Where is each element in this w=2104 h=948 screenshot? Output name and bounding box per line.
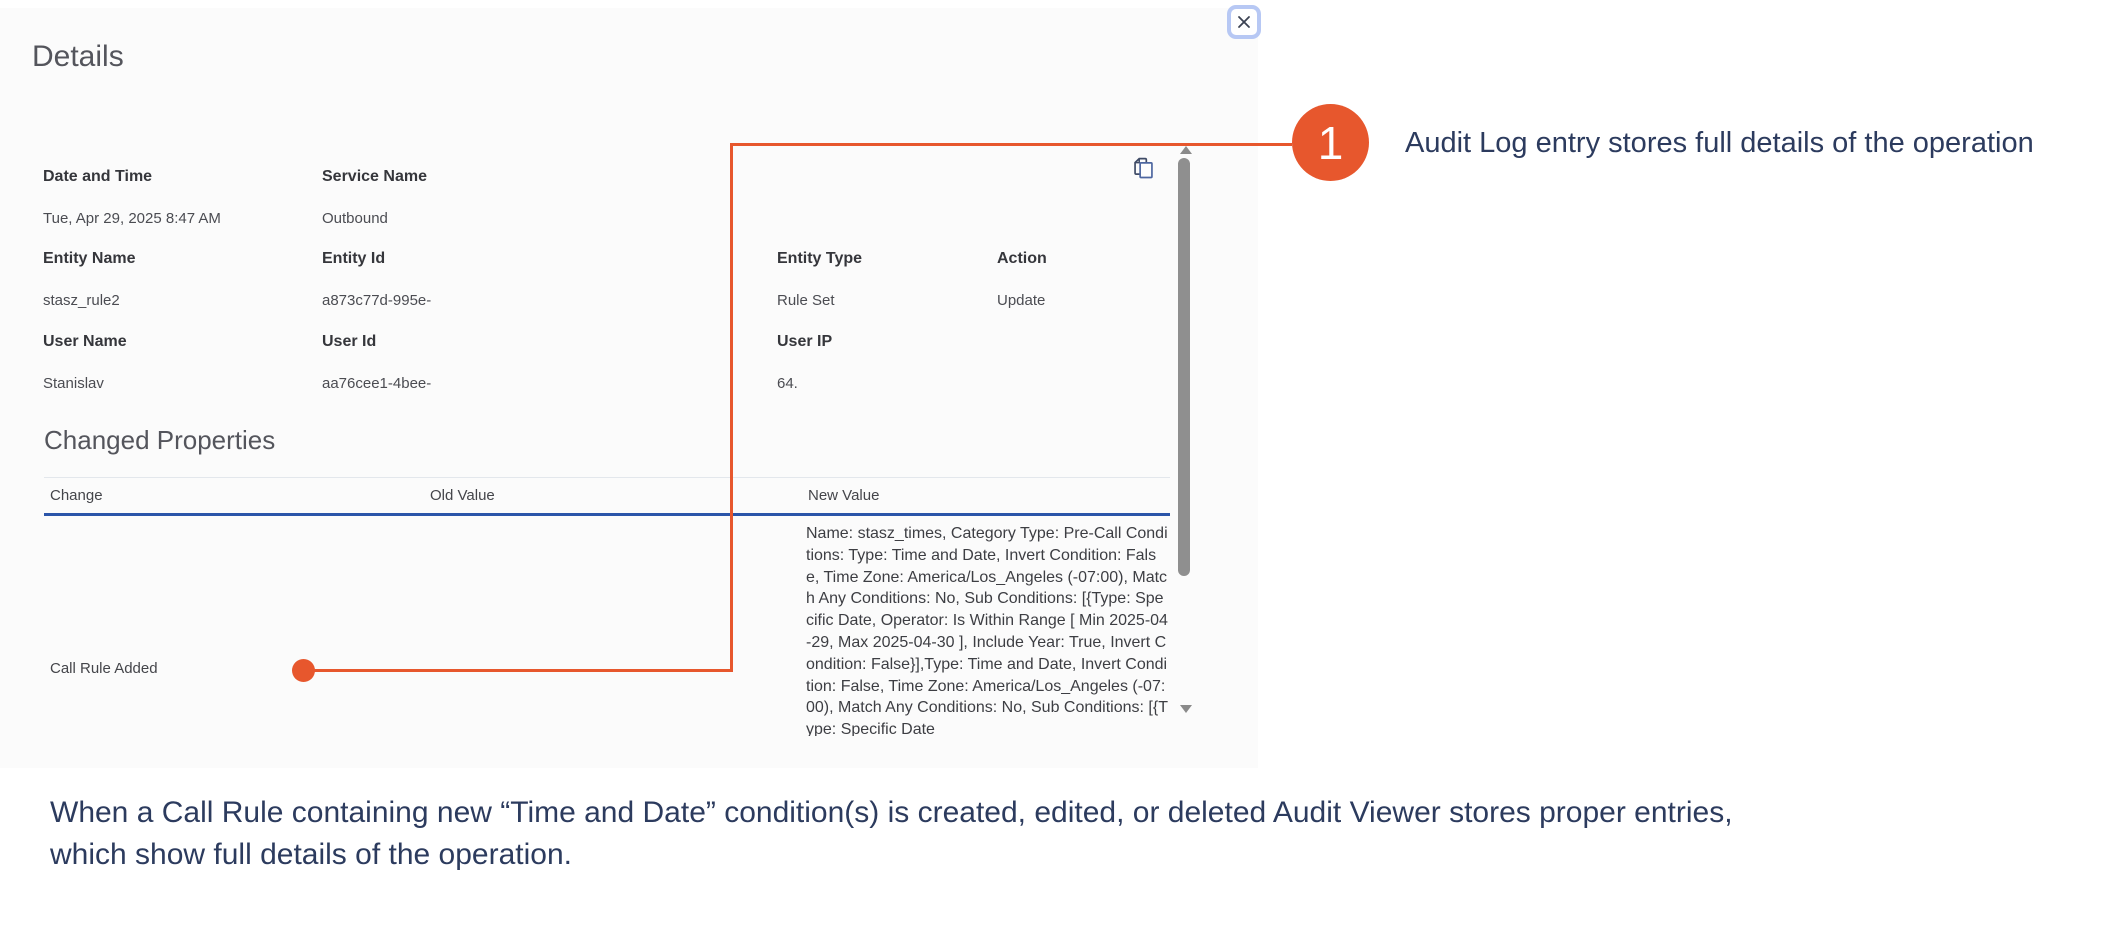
field-user-id-label: User Id (322, 333, 376, 351)
table-row-new-value-cell: Name: stasz_times, Category Type: Pre-Ca… (806, 523, 1168, 736)
changed-properties-title: Changed Properties (44, 425, 275, 456)
field-entity-id-label: Entity Id (322, 250, 385, 268)
page: Details Date and Time Tue, Apr 29, 2025 … (0, 0, 2104, 948)
annotation-step-number: 1 (1318, 116, 1344, 170)
annotation-step-badge: 1 (1292, 104, 1369, 181)
table-header-underline (44, 513, 1170, 516)
close-button[interactable] (1227, 5, 1261, 39)
field-entity-name-label: Entity Name (43, 250, 135, 268)
field-user-name-label: User Name (43, 333, 127, 351)
dialog-title: Details (32, 40, 124, 74)
field-user-id-value: aa76cee1-4bee- (322, 375, 431, 392)
column-header-new-value: New Value (808, 487, 879, 504)
copy-icon[interactable] (1130, 155, 1157, 182)
caption: When a Call Rule containing new “Time an… (50, 792, 1733, 876)
field-date-and-time-value: Tue, Apr 29, 2025 8:47 AM (43, 210, 221, 227)
annotation-text: Audit Log entry stores full details of t… (1405, 127, 2034, 160)
annotation-line-top (731, 143, 1292, 146)
field-date-and-time-label: Date and Time (43, 168, 152, 186)
field-entity-id-value: a873c77d-995e- (322, 292, 431, 309)
field-user-ip-value: 64. (777, 375, 798, 392)
field-entity-type-label: Entity Type (777, 250, 862, 268)
scrollbar-thumb[interactable] (1178, 158, 1190, 576)
column-header-old-value: Old Value (430, 487, 495, 504)
field-service-name-value: Outbound (322, 210, 388, 227)
close-icon (1236, 14, 1252, 30)
table-row-change-cell: Call Rule Added (50, 660, 158, 677)
annotation-line-bottom (303, 669, 733, 672)
scroll-up-icon[interactable] (1180, 146, 1192, 154)
field-action-label: Action (997, 250, 1047, 268)
caption-line-1: When a Call Rule containing new “Time an… (50, 792, 1733, 834)
column-header-change: Change (50, 487, 103, 504)
field-action-value: Update (997, 292, 1045, 309)
annotation-line-vertical (730, 143, 733, 672)
field-entity-type-value: Rule Set (777, 292, 835, 309)
field-user-name-value: Stanislav (43, 375, 104, 392)
field-entity-name-value: stasz_rule2 (43, 292, 120, 309)
caption-line-2: which show full details of the operation… (50, 834, 1733, 876)
field-user-ip-label: User IP (777, 333, 832, 351)
table-top-divider (44, 477, 1170, 478)
audit-details-dialog: Details Date and Time Tue, Apr 29, 2025 … (0, 8, 1258, 768)
field-service-name-label: Service Name (322, 168, 427, 186)
scroll-down-icon[interactable] (1180, 705, 1192, 713)
